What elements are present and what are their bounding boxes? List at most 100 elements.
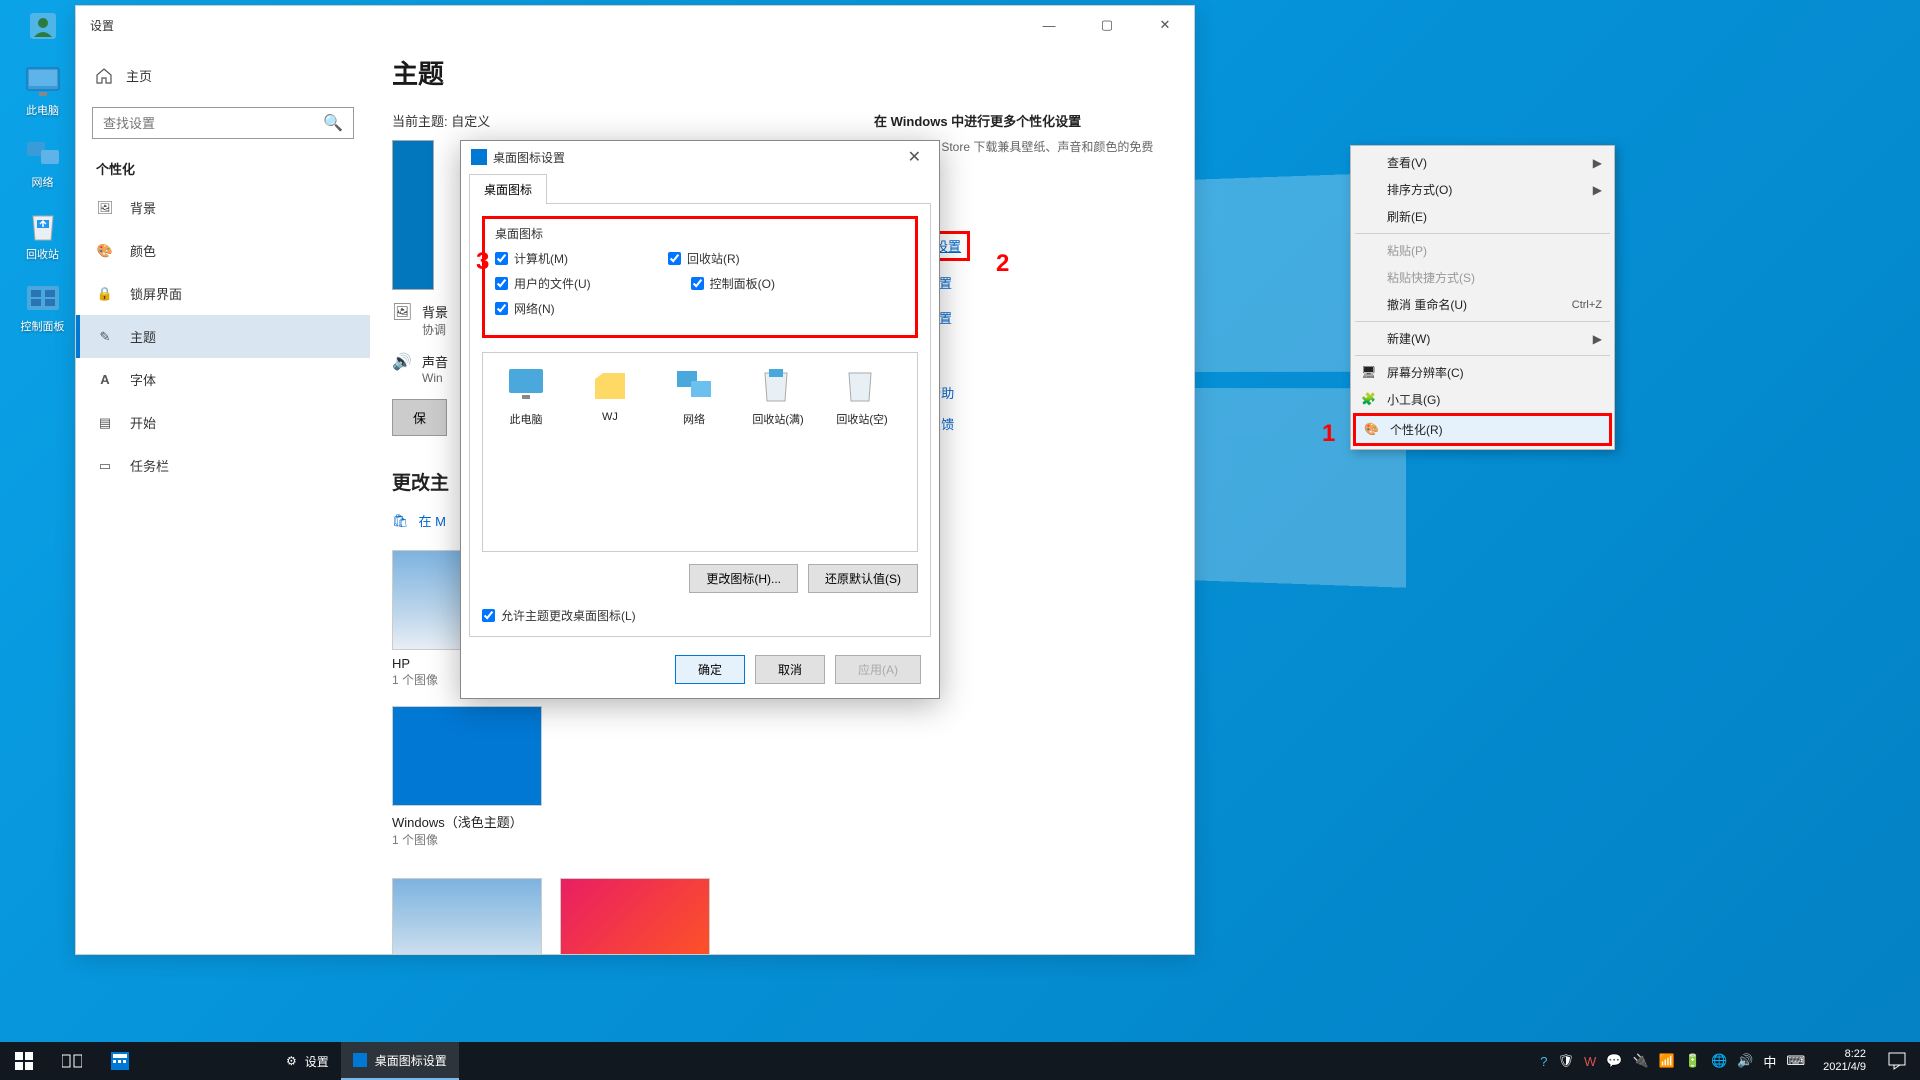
tray-shield-icon[interactable]: 🛡	[1557, 1053, 1574, 1069]
dialog-close-button[interactable]: ✕	[900, 147, 929, 167]
change-icon-button[interactable]: 更改图标(H)...	[689, 564, 798, 593]
checkbox-control-panel[interactable]: 控制面板(O)	[691, 275, 775, 292]
icon-preview-panel[interactable]: 此电脑 WJ 网络 回收站(满) 回收站(空)	[482, 352, 918, 552]
palette-icon: 🎨	[96, 242, 114, 260]
arrow-icon: ▶	[1593, 183, 1602, 197]
tray-usb-icon[interactable]: 🔌	[1632, 1053, 1648, 1069]
tray-wps-icon[interactable]: W	[1584, 1054, 1596, 1069]
checkbox-computer[interactable]: 计算机(M)	[495, 250, 568, 267]
ctx-sort[interactable]: 排序方式(O)▶	[1353, 176, 1612, 203]
desktop-icon-control-panel[interactable]: 控制面板	[10, 280, 75, 334]
ctx-undo-rename[interactable]: 撤消 重命名(U)Ctrl+Z	[1353, 291, 1612, 318]
annotation-3: 3	[476, 248, 489, 276]
dialog-titlebar[interactable]: 桌面图标设置 ✕	[461, 141, 939, 173]
sidebar-item-themes[interactable]: ✎主题	[76, 315, 370, 358]
tray-wechat-icon[interactable]: 💬	[1606, 1053, 1622, 1069]
dialog-tabs: 桌面图标	[461, 173, 939, 203]
font-icon: A	[96, 371, 114, 389]
theme-card-extra1[interactable]	[392, 878, 542, 954]
preview-icon-network[interactable]: 网络	[665, 367, 723, 427]
gadget-icon: 🧩	[1361, 392, 1377, 408]
search-box[interactable]: 🔍	[92, 107, 354, 139]
system-tray[interactable]: ? 🛡 W 💬 🔌 📶 🔋 🌐 🔊 中 ⌨	[1530, 1052, 1815, 1071]
tray-volume-icon[interactable]: 🔊	[1737, 1053, 1753, 1069]
restore-defaults-button[interactable]: 还原默认值(S)	[808, 564, 918, 593]
theme-card-windows-light[interactable]: Windows（浅色主题） 1 个图像	[392, 706, 542, 848]
allow-theme-checkbox[interactable]: 允许主题更改桌面图标(L)	[482, 607, 918, 624]
desktop-icons: 此电脑 网络 回收站 控制面板	[10, 10, 75, 352]
sidebar-item-lockscreen[interactable]: 🔒锁屏界面	[76, 272, 370, 315]
preview-icon-user[interactable]: WJ	[581, 367, 639, 423]
ctx-refresh[interactable]: 刷新(E)	[1353, 203, 1612, 230]
apply-button[interactable]: 应用(A)	[835, 655, 921, 684]
desktop-icon-recycle-bin[interactable]: 回收站	[10, 208, 75, 262]
monitor-icon: 🖥	[1361, 365, 1377, 381]
taskbar-task-settings[interactable]: ⚙设置	[274, 1042, 341, 1080]
ctx-view[interactable]: 查看(V)▶	[1353, 149, 1612, 176]
checkbox-recycle-bin[interactable]: 回收站(R)	[668, 250, 740, 267]
start-button[interactable]	[0, 1042, 48, 1080]
arrow-icon: ▶	[1593, 156, 1602, 170]
notification-center-button[interactable]	[1874, 1042, 1920, 1080]
search-input[interactable]	[103, 116, 323, 131]
settings-titlebar[interactable]: 设置 — ▢ ✕	[76, 6, 1194, 44]
tray-keyboard-icon[interactable]: ⌨	[1786, 1053, 1805, 1069]
current-theme-text: 当前主题: 自定义	[392, 111, 814, 130]
page-heading: 主题	[392, 54, 1154, 91]
ok-button[interactable]: 确定	[675, 655, 745, 684]
theme-icon: ✎	[96, 328, 114, 346]
tray-bluetooth-icon[interactable]: 📶	[1659, 1053, 1675, 1069]
taskbar-task-desktop-icon-settings[interactable]: 桌面图标设置	[341, 1042, 459, 1080]
preview-icon-recycle-full[interactable]: 回收站(满)	[749, 367, 807, 427]
maximize-button[interactable]: ▢	[1078, 6, 1136, 44]
taskbar-icon: ▭	[96, 457, 114, 475]
tray-ime-indicator[interactable]: 中	[1763, 1052, 1776, 1071]
ctx-paste[interactable]: 粘贴(P)	[1353, 237, 1612, 264]
checkbox-network[interactable]: 网络(N)	[495, 300, 555, 317]
minimize-button[interactable]: —	[1020, 6, 1078, 44]
cancel-button[interactable]: 取消	[755, 655, 825, 684]
lock-icon: 🔒	[96, 285, 114, 303]
desktop-context-menu: 查看(V)▶ 排序方式(O)▶ 刷新(E) 粘贴(P) 粘贴快捷方式(S) 撤消…	[1350, 145, 1615, 450]
desktop-icon-network[interactable]: 网络	[10, 136, 75, 190]
sidebar-item-fonts[interactable]: A字体	[76, 358, 370, 401]
ctx-separator	[1355, 321, 1610, 322]
sidebar-category: 个性化	[76, 157, 370, 186]
ctx-gadgets[interactable]: 🧩小工具(G)	[1353, 386, 1612, 413]
sidebar-item-colors[interactable]: 🎨颜色	[76, 229, 370, 272]
gear-icon: ⚙	[286, 1054, 297, 1068]
ctx-screen-resolution[interactable]: 🖥屏幕分辨率(C)	[1353, 359, 1612, 386]
sidebar-item-taskbar[interactable]: ▭任务栏	[76, 444, 370, 487]
desktop-icon-label: 控制面板	[10, 318, 75, 334]
search-icon: 🔍	[323, 113, 343, 133]
desktop-icon-this-pc[interactable]: 此电脑	[10, 64, 75, 118]
checkbox-user-files[interactable]: 用户的文件(U)	[495, 275, 591, 292]
tray-help-icon[interactable]: ?	[1540, 1054, 1547, 1069]
ctx-separator	[1355, 355, 1610, 356]
dialog-icon	[471, 149, 487, 165]
sidebar-home-label: 主页	[126, 66, 152, 85]
dialog-tab-desktop-icons[interactable]: 桌面图标	[469, 174, 547, 204]
save-theme-button[interactable]: 保	[392, 399, 447, 436]
task-view-button[interactable]	[48, 1042, 96, 1080]
preview-icon-this-pc[interactable]: 此电脑	[497, 367, 555, 427]
settings-sidebar: 主页 🔍 个性化 🖼背景 🎨颜色 🔒锁屏界面 ✎主题 A字体 ▤开始 ▭任务栏	[76, 44, 370, 954]
desktop-icons-group: 桌面图标 计算机(M) 回收站(R) 用户的文件(U) 控制面板(O) 网络(N…	[482, 216, 918, 338]
preview-icon-recycle-empty[interactable]: 回收站(空)	[833, 367, 891, 427]
ctx-new[interactable]: 新建(W)▶	[1353, 325, 1612, 352]
desktop-icon-user[interactable]	[10, 10, 75, 46]
close-button[interactable]: ✕	[1136, 6, 1194, 44]
store-icon: 🛍	[392, 513, 409, 529]
calculator-taskbar-icon[interactable]	[96, 1042, 144, 1080]
tray-power-icon[interactable]: 🔋	[1685, 1053, 1701, 1069]
tray-network-icon[interactable]: 🌐	[1711, 1053, 1727, 1069]
sidebar-item-background[interactable]: 🖼背景	[76, 186, 370, 229]
ctx-paste-shortcut[interactable]: 粘贴快捷方式(S)	[1353, 264, 1612, 291]
taskbar-clock[interactable]: 8:22 2021/4/9	[1815, 1048, 1874, 1074]
sidebar-home[interactable]: 主页	[76, 56, 370, 95]
dialog-title: 桌面图标设置	[493, 149, 565, 166]
theme-card-extra2[interactable]	[560, 878, 710, 954]
ctx-personalize[interactable]: 🎨个性化(R)	[1353, 413, 1612, 446]
sidebar-item-start[interactable]: ▤开始	[76, 401, 370, 444]
desktop-icon-settings-dialog: 桌面图标设置 ✕ 桌面图标 桌面图标 计算机(M) 回收站(R) 用户的文件(U…	[460, 140, 940, 699]
